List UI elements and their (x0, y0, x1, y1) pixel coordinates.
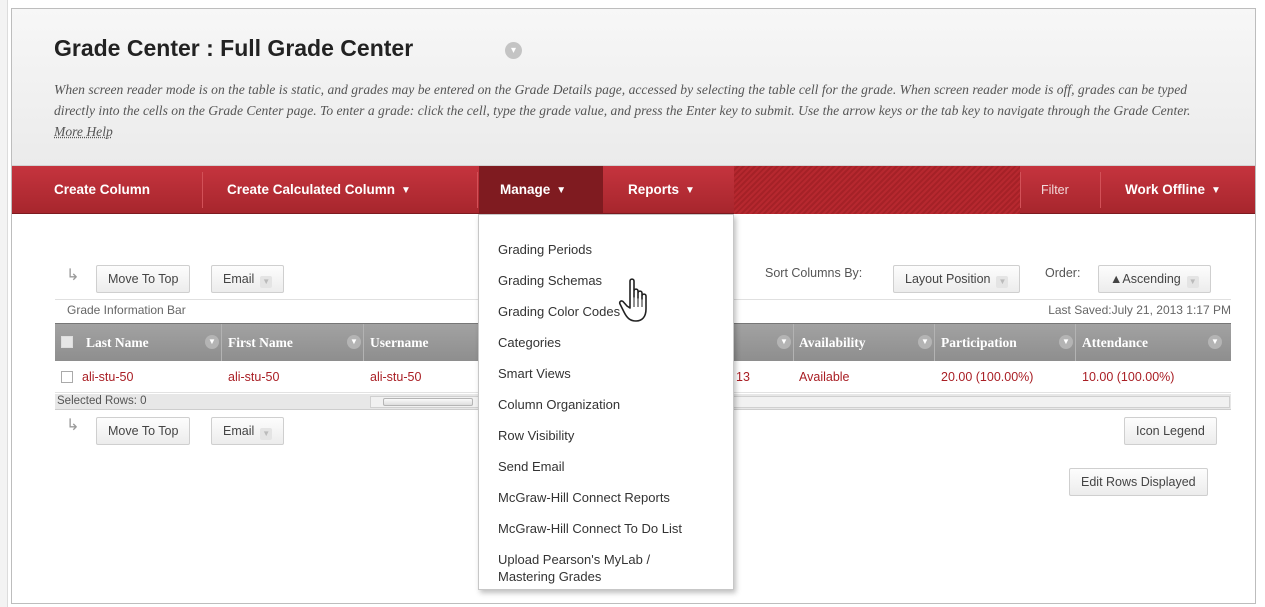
cell-participation[interactable]: 20.00 (100.00%) (941, 361, 1033, 393)
chevron-down-icon[interactable]: ▼ (1059, 335, 1073, 349)
chevron-down-icon: ▼ (685, 185, 695, 196)
menu-item-upload-pearson-line1[interactable]: Upload Pearson's MyLab / (498, 551, 650, 568)
order-select[interactable]: ▲Ascending ▼ (1098, 265, 1211, 293)
email-button-top[interactable]: Email ▼ (211, 265, 285, 293)
menu-item-row-visibility[interactable]: Row Visibility (498, 427, 574, 444)
column-header-first-name[interactable]: First Name (228, 324, 293, 362)
chevron-down-icon: ▼ (260, 428, 273, 440)
reports-label: Reports (628, 182, 680, 197)
order-label: Order: (1045, 266, 1081, 280)
sort-columns-value: Layout Position (905, 272, 991, 286)
cell-hidden-partial[interactable]: 13 (736, 361, 750, 393)
grade-information-bar-label: Grade Information Bar (67, 303, 186, 317)
nav-divider (477, 172, 478, 208)
column-divider (363, 324, 364, 362)
action-bar: Create Column Create Calculated Column ▼ … (12, 166, 1255, 214)
column-divider (934, 324, 935, 362)
nav-divider (202, 172, 203, 208)
chevron-down-icon: ▼ (260, 276, 273, 288)
column-header-participation[interactable]: Participation (941, 324, 1017, 362)
manage-menu-button[interactable]: Manage ▼ (479, 166, 603, 214)
select-all-checkbox[interactable] (61, 336, 73, 348)
chevron-down-icon[interactable]: ▼ (347, 335, 361, 349)
email-label: Email (223, 272, 255, 286)
cell-first-name[interactable]: ali-stu-50 (228, 361, 279, 393)
action-bar-hatch (734, 166, 1020, 214)
order-value: ▲Ascending (1110, 272, 1181, 286)
move-to-top-button-top[interactable]: Move To Top (96, 265, 191, 293)
tree-arrow-icon: ↳ (66, 267, 80, 284)
last-saved-text: Last Saved:July 21, 2013 1:17 PM (1048, 303, 1231, 317)
column-header-last-name[interactable]: Last Name (86, 324, 149, 362)
left-edge (0, 0, 8, 607)
reports-menu-button[interactable]: Reports ▼ (628, 166, 695, 214)
nav-divider (1100, 172, 1101, 208)
cell-availability[interactable]: Available (799, 361, 850, 393)
icon-legend-button[interactable]: Icon Legend (1124, 417, 1217, 445)
edit-rows-displayed-button[interactable]: Edit Rows Displayed (1069, 468, 1208, 496)
chevron-down-icon[interactable]: ▼ (1208, 335, 1222, 349)
page-description: When screen reader mode is on the table … (54, 79, 1219, 142)
chevron-down-icon: ▼ (556, 185, 567, 196)
menu-item-smart-views[interactable]: Smart Views (498, 365, 571, 382)
column-divider (1075, 324, 1076, 362)
move-to-top-button-bottom[interactable]: Move To Top (96, 417, 191, 445)
create-column-button[interactable]: Create Column (54, 166, 150, 214)
scrollbar-thumb[interactable] (383, 398, 473, 406)
chevron-down-icon[interactable]: ▼ (777, 335, 791, 349)
column-header-username[interactable]: Username (370, 324, 428, 362)
column-header-availability[interactable]: Availability (799, 324, 866, 362)
hand-cursor-icon (618, 278, 647, 322)
menu-item-grading-color-codes[interactable]: Grading Color Codes (498, 303, 620, 320)
column-header-attendance[interactable]: Attendance (1082, 324, 1148, 362)
app-window: Grade Center : Full Grade Center ▾ When … (0, 0, 1265, 607)
grade-center-panel: Grade Center : Full Grade Center ▾ When … (11, 8, 1256, 604)
page-header: Grade Center : Full Grade Center ▾ When … (12, 9, 1255, 166)
chevron-down-icon[interactable]: ▼ (918, 335, 932, 349)
manage-label: Manage (500, 182, 551, 197)
tree-arrow-icon: ↳ (66, 417, 80, 434)
column-divider (793, 324, 794, 362)
chevron-down-icon: ▼ (1211, 185, 1221, 196)
menu-item-grading-schemas[interactable]: Grading Schemas (498, 272, 602, 289)
work-offline-label: Work Offline (1125, 182, 1206, 197)
selected-rows-count: Selected Rows: 0 (57, 395, 147, 407)
cell-last-name[interactable]: ali-stu-50 (82, 361, 133, 393)
create-calculated-column-button[interactable]: Create Calculated Column ▼ (227, 166, 411, 214)
menu-item-grading-periods[interactable]: Grading Periods (498, 241, 592, 258)
column-divider (221, 324, 222, 362)
chevron-down-icon: ▼ (401, 185, 411, 196)
menu-item-mcgraw-hill-connect-reports[interactable]: McGraw-Hill Connect Reports (498, 489, 670, 506)
sort-columns-label: Sort Columns By: (765, 266, 863, 280)
work-offline-menu-button[interactable]: Work Offline ▼ (1125, 166, 1221, 214)
menu-item-column-organization[interactable]: Column Organization (498, 396, 620, 413)
menu-item-send-email[interactable]: Send Email (498, 458, 564, 475)
menu-item-upload-pearson-line2[interactable]: Mastering Grades (498, 568, 601, 585)
title-options-chevron-icon[interactable]: ▾ (505, 42, 522, 59)
cell-attendance[interactable]: 10.00 (100.00%) (1082, 361, 1174, 393)
filter-button[interactable]: Filter (1041, 166, 1069, 214)
page-title: Grade Center : Full Grade Center (54, 35, 414, 61)
email-button-bottom[interactable]: Email ▼ (211, 417, 285, 445)
menu-item-categories[interactable]: Categories (498, 334, 561, 351)
create-calculated-column-label: Create Calculated Column (227, 182, 396, 197)
sort-columns-select[interactable]: Layout Position ▼ (893, 265, 1021, 293)
cell-username[interactable]: ali-stu-50 (370, 361, 421, 393)
chevron-down-icon[interactable]: ▼ (205, 335, 219, 349)
chevron-down-icon: ▼ (1186, 276, 1199, 288)
description-text: When screen reader mode is on the table … (54, 82, 1191, 118)
more-help-link[interactable]: More Help (54, 124, 113, 139)
nav-divider (1020, 172, 1021, 208)
row-checkbox[interactable] (61, 371, 73, 383)
menu-item-mcgraw-hill-connect-to-do-list[interactable]: McGraw-Hill Connect To Do List (498, 520, 682, 537)
email-label: Email (223, 424, 255, 438)
chevron-down-icon: ▼ (996, 276, 1009, 288)
manage-dropdown-menu: Grading Periods Grading Schemas Grading … (478, 214, 734, 590)
